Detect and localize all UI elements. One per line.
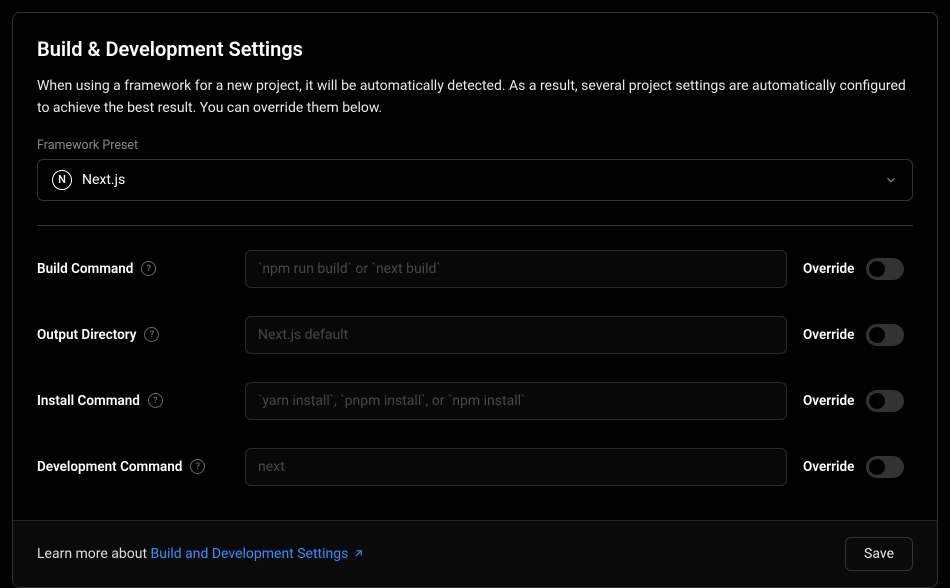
help-icon[interactable]: ? [190,459,205,474]
learn-prefix: Learn more about [37,546,151,562]
framework-selected-text: Next.js [82,172,125,188]
override-label: Override [803,327,854,343]
install-command-input-wrap [245,382,787,420]
development-command-input[interactable] [245,448,787,486]
install-command-input[interactable] [245,382,787,420]
install-override-toggle[interactable] [866,390,904,412]
learn-more-link-text: Build and Development Settings [151,546,349,562]
dev-override-toggle[interactable] [866,456,904,478]
page-description: When using a framework for a new project… [37,75,913,120]
save-button[interactable]: Save [845,537,913,571]
install-command-label-text: Install Command [37,393,140,409]
card-footer: Learn more about Build and Development S… [13,520,937,587]
override-label: Override [803,393,854,409]
row-development-command: Development Command ? Override [37,434,913,500]
row-build-command: Build Command ? Override [37,236,913,302]
install-command-label: Install Command ? [37,393,229,409]
build-command-label: Build Command ? [37,261,229,277]
divider [37,225,913,226]
page-title: Build & Development Settings [37,37,913,61]
install-command-override: Override [803,390,913,412]
override-label: Override [803,459,854,475]
external-link-icon [352,547,365,560]
output-directory-override: Override [803,324,913,346]
development-command-label-text: Development Command [37,459,182,475]
help-icon[interactable]: ? [141,261,156,276]
framework-select-value: N Next.js [52,170,125,190]
framework-label: Framework Preset [37,138,913,153]
build-command-input-wrap [245,250,787,288]
output-directory-label: Output Directory ? [37,327,229,343]
help-icon[interactable]: ? [148,393,163,408]
build-command-override: Override [803,258,913,280]
override-label: Override [803,261,854,277]
row-install-command: Install Command ? Override [37,368,913,434]
learn-more-text: Learn more about Build and Development S… [37,546,365,562]
learn-more-link[interactable]: Build and Development Settings [151,546,366,562]
help-icon[interactable]: ? [144,327,159,342]
output-directory-input-wrap [245,316,787,354]
row-output-directory: Output Directory ? Override [37,302,913,368]
output-directory-label-text: Output Directory [37,327,136,343]
output-override-toggle[interactable] [866,324,904,346]
card-body: Build & Development Settings When using … [13,13,937,520]
chevron-down-icon [884,173,898,187]
development-command-input-wrap [245,448,787,486]
nextjs-icon: N [52,170,72,190]
build-override-toggle[interactable] [866,258,904,280]
output-directory-input[interactable] [245,316,787,354]
build-command-label-text: Build Command [37,261,133,277]
settings-card: Build & Development Settings When using … [12,12,938,588]
framework-select[interactable]: N Next.js [37,159,913,201]
build-command-input[interactable] [245,250,787,288]
development-command-override: Override [803,456,913,478]
development-command-label: Development Command ? [37,459,229,475]
